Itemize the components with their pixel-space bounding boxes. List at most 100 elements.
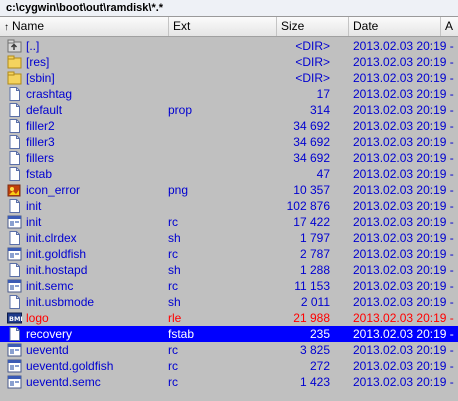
file-date: 2013.02.03 20:19 - bbox=[353, 215, 454, 229]
file-row[interactable]: filler2 34 692 2013.02.03 20:19 - bbox=[0, 118, 458, 134]
file-icon bbox=[7, 119, 22, 133]
file-date: 2013.02.03 20:19 - bbox=[353, 279, 454, 293]
file-name: default bbox=[26, 103, 63, 117]
file-date: 2013.02.03 20:19 - bbox=[353, 151, 454, 165]
file-row[interactable]: BMPlogorle21 9882013.02.03 20:19 - bbox=[0, 310, 458, 326]
file-row[interactable]: init.usbmode sh 2 011 2013.02.03 20:19 - bbox=[0, 294, 458, 310]
file-row[interactable]: init.hostapd sh 1 288 2013.02.03 20:19 - bbox=[0, 262, 458, 278]
file-name: filler3 bbox=[26, 135, 55, 149]
column-ext-header[interactable]: Ext bbox=[168, 17, 277, 36]
file-date: 2013.02.03 20:19 - bbox=[353, 295, 454, 309]
file-row[interactable]: [sbin] <DIR> 2013.02.03 20:19 - bbox=[0, 70, 458, 86]
file-icon bbox=[7, 295, 22, 309]
file-date: 2013.02.03 20:19 - bbox=[353, 263, 454, 277]
file-size: 34 692 bbox=[293, 135, 330, 149]
file-date: 2013.02.03 20:19 - bbox=[353, 311, 454, 325]
file-size: 17 bbox=[316, 87, 330, 101]
file-name: fillers bbox=[26, 151, 55, 165]
file-size: 34 692 bbox=[293, 151, 330, 165]
file-date: 2013.02.03 20:19 - bbox=[353, 71, 454, 85]
file-row[interactable]: init rc 17 422 2013.02.03 20:19 - bbox=[0, 214, 458, 230]
file-row[interactable]: icon_error png 10 357 2013.02.03 20:19 - bbox=[0, 182, 458, 198]
file-date: 2013.02.03 20:19 - bbox=[353, 55, 454, 69]
file-icon bbox=[7, 231, 22, 245]
file-size: 1 797 bbox=[299, 231, 330, 245]
file-size: 235 bbox=[309, 327, 330, 341]
column-size-header[interactable]: Size bbox=[277, 17, 349, 36]
file-icon bbox=[7, 263, 22, 277]
file-icon bbox=[7, 327, 22, 341]
file-size: 47 bbox=[316, 167, 330, 181]
file-size: <DIR> bbox=[295, 39, 330, 53]
up-folder-icon bbox=[7, 39, 22, 53]
column-size-label: Size bbox=[281, 19, 305, 33]
file-size: <DIR> bbox=[295, 55, 330, 69]
file-name: fstab bbox=[26, 167, 53, 181]
file-name: crashtag bbox=[26, 87, 73, 101]
file-size: 314 bbox=[309, 103, 330, 117]
file-date: 2013.02.03 20:19 - bbox=[353, 119, 454, 133]
file-size: <DIR> bbox=[295, 71, 330, 85]
file-name: ueventd bbox=[26, 343, 69, 357]
current-path: c:\cygwin\boot\out\ramdisk\*.* bbox=[6, 2, 164, 14]
column-date-header[interactable]: Date bbox=[349, 17, 441, 36]
folder-icon bbox=[7, 71, 22, 85]
config-icon bbox=[7, 279, 22, 293]
file-size: 1 423 bbox=[299, 375, 330, 389]
file-size: 34 692 bbox=[293, 119, 330, 133]
file-row[interactable]: init.semc rc 11 153 2013.02.03 20:19 - bbox=[0, 278, 458, 294]
file-name: logo bbox=[26, 311, 49, 325]
file-row[interactable]: fstab 47 2013.02.03 20:19 - bbox=[0, 166, 458, 182]
file-date: 2013.02.03 20:19 - bbox=[353, 359, 454, 373]
file-name: [..] bbox=[26, 39, 40, 53]
file-name: init.goldfish bbox=[26, 247, 87, 261]
file-row[interactable]: fillers 34 692 2013.02.03 20:19 - bbox=[0, 150, 458, 166]
file-size: 272 bbox=[309, 359, 330, 373]
bmp-icon: BMP bbox=[7, 311, 25, 325]
file-icon bbox=[7, 167, 22, 181]
file-row[interactable]: init.goldfish rc 2 787 2013.02.03 20:19 - bbox=[0, 246, 458, 262]
file-date: 2013.02.03 20:19 - bbox=[353, 183, 454, 197]
file-date: 2013.02.03 20:19 - bbox=[353, 87, 454, 101]
file-name: init.usbmode bbox=[26, 295, 95, 309]
file-row[interactable]: [..] <DIR> 2013.02.03 20:19 - bbox=[0, 38, 458, 54]
file-date: 2013.02.03 20:19 - bbox=[353, 375, 454, 389]
folder-icon bbox=[7, 55, 22, 69]
config-icon bbox=[7, 247, 22, 261]
path-bar[interactable]: c:\cygwin\boot\out\ramdisk\*.* bbox=[0, 0, 458, 17]
file-row[interactable]: [res] <DIR> 2013.02.03 20:19 - bbox=[0, 54, 458, 70]
file-row[interactable]: init.clrdex sh 1 797 2013.02.03 20:19 - bbox=[0, 230, 458, 246]
file-name: init bbox=[26, 215, 42, 229]
file-list[interactable]: [..] <DIR> 2013.02.03 20:19 - [res] <DIR> 201… bbox=[0, 37, 458, 401]
column-attr-label: A bbox=[445, 19, 454, 33]
file-name: recovery bbox=[26, 327, 73, 341]
file-row[interactable]: init 102 876 2013.02.03 20:19 - bbox=[0, 198, 458, 214]
file-icon bbox=[7, 135, 22, 149]
file-row[interactable]: crashtag 17 2013.02.03 20:19 - bbox=[0, 86, 458, 102]
file-row[interactable]: recovery fstab 235 2013.02.03 20:19 - bbox=[0, 326, 458, 342]
column-attr-header[interactable]: A bbox=[441, 17, 458, 36]
file-name: [res] bbox=[26, 55, 50, 69]
image-icon bbox=[7, 183, 22, 197]
file-row[interactable]: filler3 34 692 2013.02.03 20:19 - bbox=[0, 134, 458, 150]
file-row[interactable]: ueventd.goldfish rc 272 2013.02.03 20:19 - bbox=[0, 358, 458, 374]
file-date: 2013.02.03 20:19 - bbox=[353, 39, 454, 53]
file-date: 2013.02.03 20:19 - bbox=[353, 199, 454, 213]
file-row[interactable]: default prop 314 2013.02.03 20:19 - bbox=[0, 102, 458, 118]
file-name: [sbin] bbox=[26, 71, 55, 85]
file-row[interactable]: ueventd rc 3 825 2013.02.03 20:19 - bbox=[0, 342, 458, 358]
file-date: 2013.02.03 20:19 - bbox=[353, 135, 454, 149]
file-row[interactable]: ueventd.semc rc 1 423 2013.02.03 20:19 - bbox=[0, 374, 458, 390]
file-size: 10 357 bbox=[293, 183, 330, 197]
file-date: 2013.02.03 20:19 - bbox=[353, 247, 454, 261]
file-date: 2013.02.03 20:19 - bbox=[353, 231, 454, 245]
column-header: ↑ Name Ext Size Date A bbox=[0, 17, 458, 37]
file-size: 102 876 bbox=[286, 199, 330, 213]
file-size: 1 288 bbox=[299, 263, 330, 277]
file-date: 2013.02.03 20:19 - bbox=[353, 343, 454, 357]
column-name-label: Name bbox=[12, 19, 45, 33]
config-icon bbox=[7, 359, 22, 373]
file-size: 2 011 bbox=[300, 295, 330, 309]
column-ext-label: Ext bbox=[173, 19, 191, 33]
file-icon bbox=[7, 151, 22, 165]
